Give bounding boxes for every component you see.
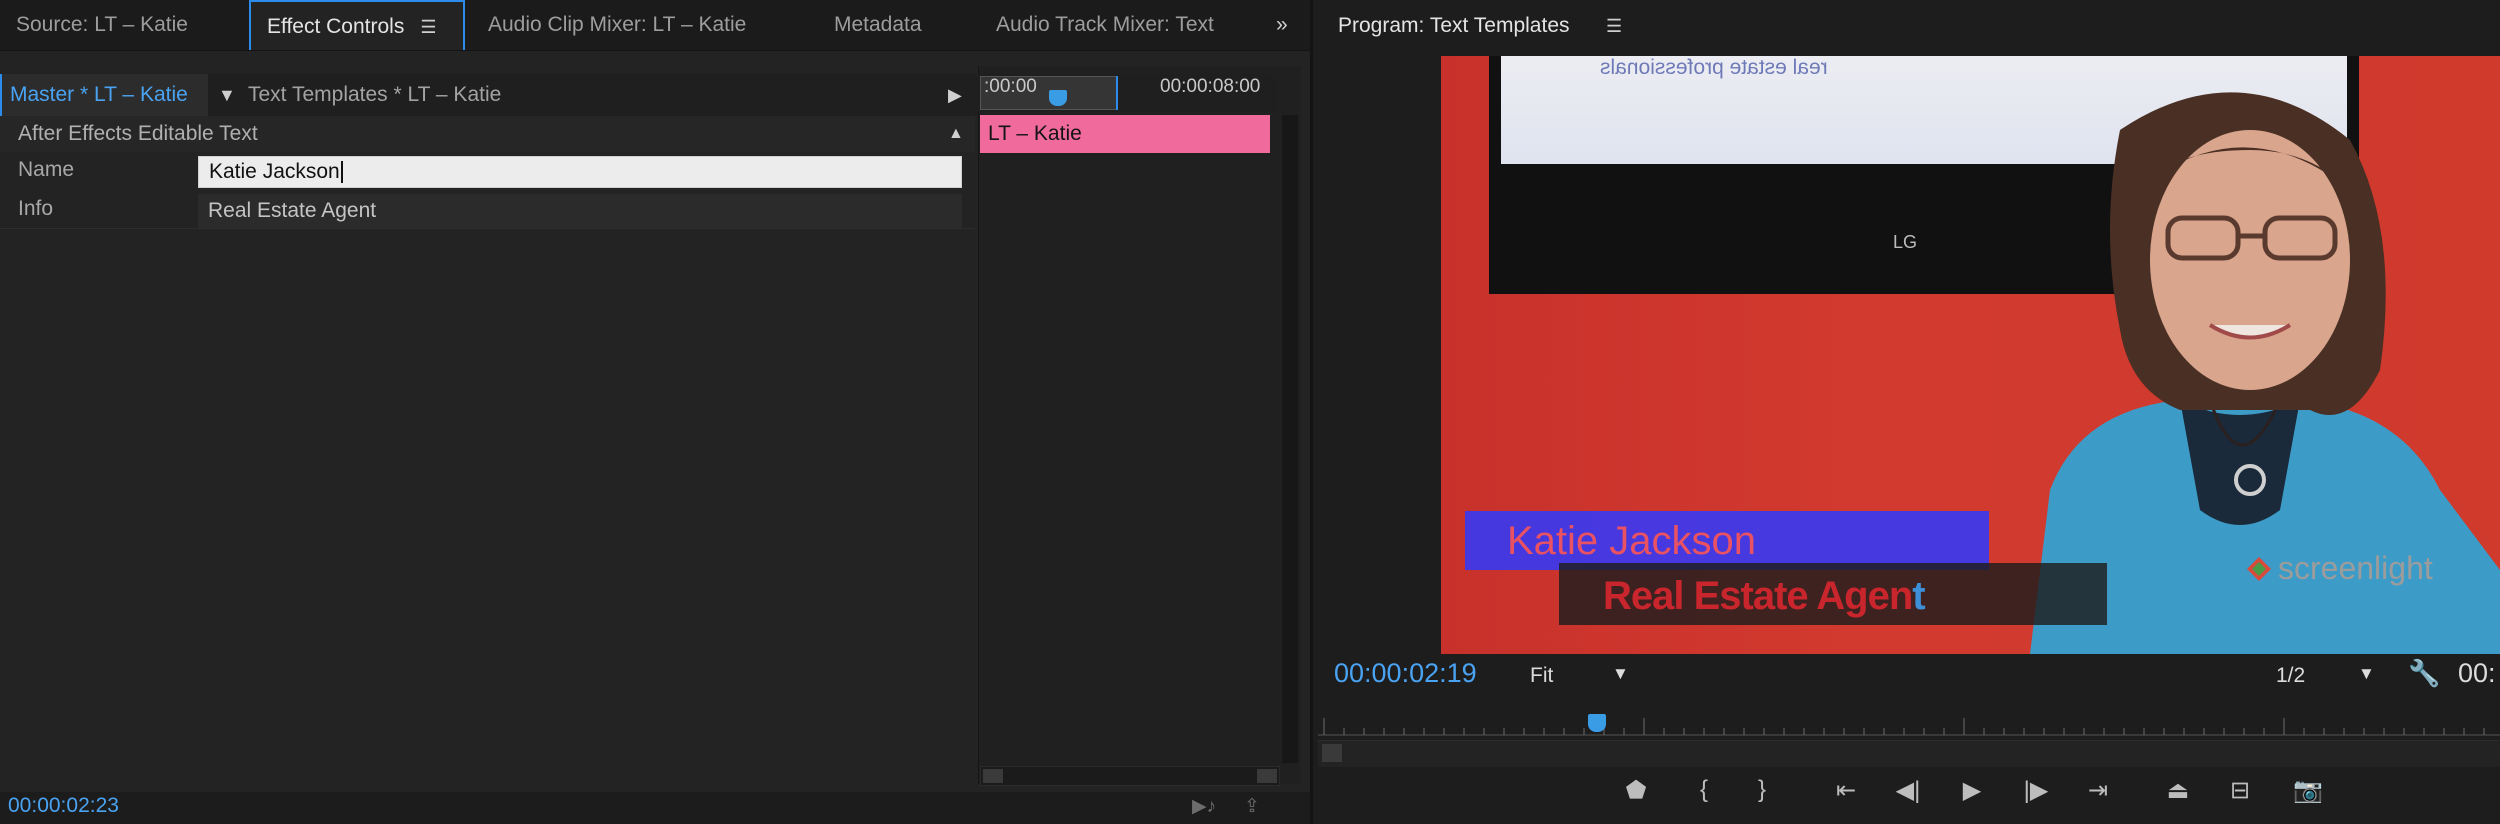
lower-third-name: Katie Jackson [1507,519,1757,563]
zoom-handle[interactable] [1322,744,1342,762]
step-back-icon[interactable]: ◀| [1888,776,1928,805]
settings-wrench-icon[interactable]: 🔧 [2408,658,2440,689]
extract-icon[interactable]: ⊟ [2220,776,2260,805]
param-label-info: Info [18,197,54,220]
tab-source[interactable]: Source: LT – Katie [0,0,246,50]
panel-menu-icon[interactable]: ☰ [420,17,436,37]
zoom-select[interactable]: Fit [1530,664,1553,688]
left-tab-bar: Source: LT – Katie Effect Controls ☰ Audi… [0,0,1310,51]
name-text-value: Katie Jackson [209,160,340,183]
mark-in-icon[interactable]: { [1684,776,1724,804]
effect-timeline [978,66,1301,784]
vertical-scrollbar[interactable] [1282,115,1298,763]
effect-controls-timecode[interactable]: 00:00:02:23 [8,794,119,818]
lower-third-info-main: Real Estate Agen [1603,574,1913,618]
sequence-clip-tab[interactable]: Text Templates * LT – Katie [248,74,501,116]
text-caret [340,161,343,184]
tab-effect-controls[interactable]: Effect Controls ☰ [249,0,465,50]
panel-menu-icon[interactable]: ☰ [1606,0,1622,52]
go-to-in-icon[interactable]: ⇤ [1826,776,1866,805]
info-text-field[interactable]: Real Estate Agent [198,194,962,228]
screenlight-logo-icon [2247,557,2271,581]
ruler-end-timecode: 00:00:08:00 [1160,76,1261,97]
screenlight-watermark: screenlight [2278,550,2433,586]
work-area-end-marker [1116,76,1118,110]
tab-audio-track-mixer[interactable]: Audio Track Mixer: Text [980,0,1270,50]
tv-screen-text: real estate professionals [1600,56,1828,79]
program-monitor-title[interactable]: Program: Text Templates [1338,0,1570,52]
tab-label: Metadata [834,13,922,36]
lift-icon[interactable]: ⏏ [2158,776,2198,805]
clip-bar[interactable]: LT – Katie [980,115,1270,153]
master-clip-tab[interactable]: Master * LT – Katie [0,74,208,116]
chevron-down-icon[interactable]: ▼ [2358,664,2375,684]
solo-audio-icon[interactable]: ▶♪ [1192,795,1216,818]
resolution-select[interactable]: 1/2 [2276,664,2305,688]
chevron-down-icon[interactable]: ▼ [1612,664,1629,684]
tab-label: Source: LT – Katie [16,13,188,36]
chevron-down-icon[interactable]: ▼ [218,74,236,116]
program-zoom-scrollbar[interactable] [1318,740,2500,767]
show-timeline-icon[interactable]: ▶ [948,74,962,116]
tab-label: Effect Controls [267,15,405,38]
scroll-handle-left[interactable] [983,769,1003,783]
scroll-handle-right[interactable] [1257,769,1277,783]
tab-metadata[interactable]: Metadata [818,0,956,50]
add-marker-icon[interactable]: ⬟ [1616,776,1656,805]
go-to-out-icon[interactable]: ⇥ [2078,776,2118,805]
divider [0,228,975,229]
effect-controls-footer [0,792,1310,824]
tab-label: Audio Clip Mixer: LT – Katie [488,13,747,36]
lower-third-info-tail: t [1912,574,1925,618]
mark-out-icon[interactable]: } [1742,776,1782,804]
program-timecode[interactable]: 00:00:02:19 [1334,658,1477,689]
program-time-ruler[interactable] [1318,716,2500,736]
playhead-icon[interactable] [1588,714,1606,732]
export-frame-icon[interactable]: 📷 [2288,776,2328,805]
ruler-start-timecode: :00:00 [984,76,1037,97]
play-icon[interactable]: ▶ [1952,776,1992,805]
tab-audio-clip-mixer[interactable]: Audio Clip Mixer: LT – Katie [472,0,812,50]
name-text-field[interactable]: Katie Jackson [198,156,962,188]
horizontal-scrollbar[interactable] [980,766,1280,786]
lower-third-info: Real Estate Agent [1603,568,1926,624]
param-label-name: Name [18,158,75,181]
step-forward-icon[interactable]: |▶ [2016,776,2056,805]
more-tabs-icon[interactable]: » [1266,0,1310,50]
tab-label: Audio Track Mixer: Text [996,13,1214,36]
effect-section-title: After Effects Editable Text [18,122,258,145]
program-duration: 00: [2458,658,2496,688]
collapse-icon[interactable]: ▲ [948,116,964,152]
playhead-icon[interactable] [1049,90,1067,106]
export-icon[interactable]: ⇪ [1244,795,1260,818]
